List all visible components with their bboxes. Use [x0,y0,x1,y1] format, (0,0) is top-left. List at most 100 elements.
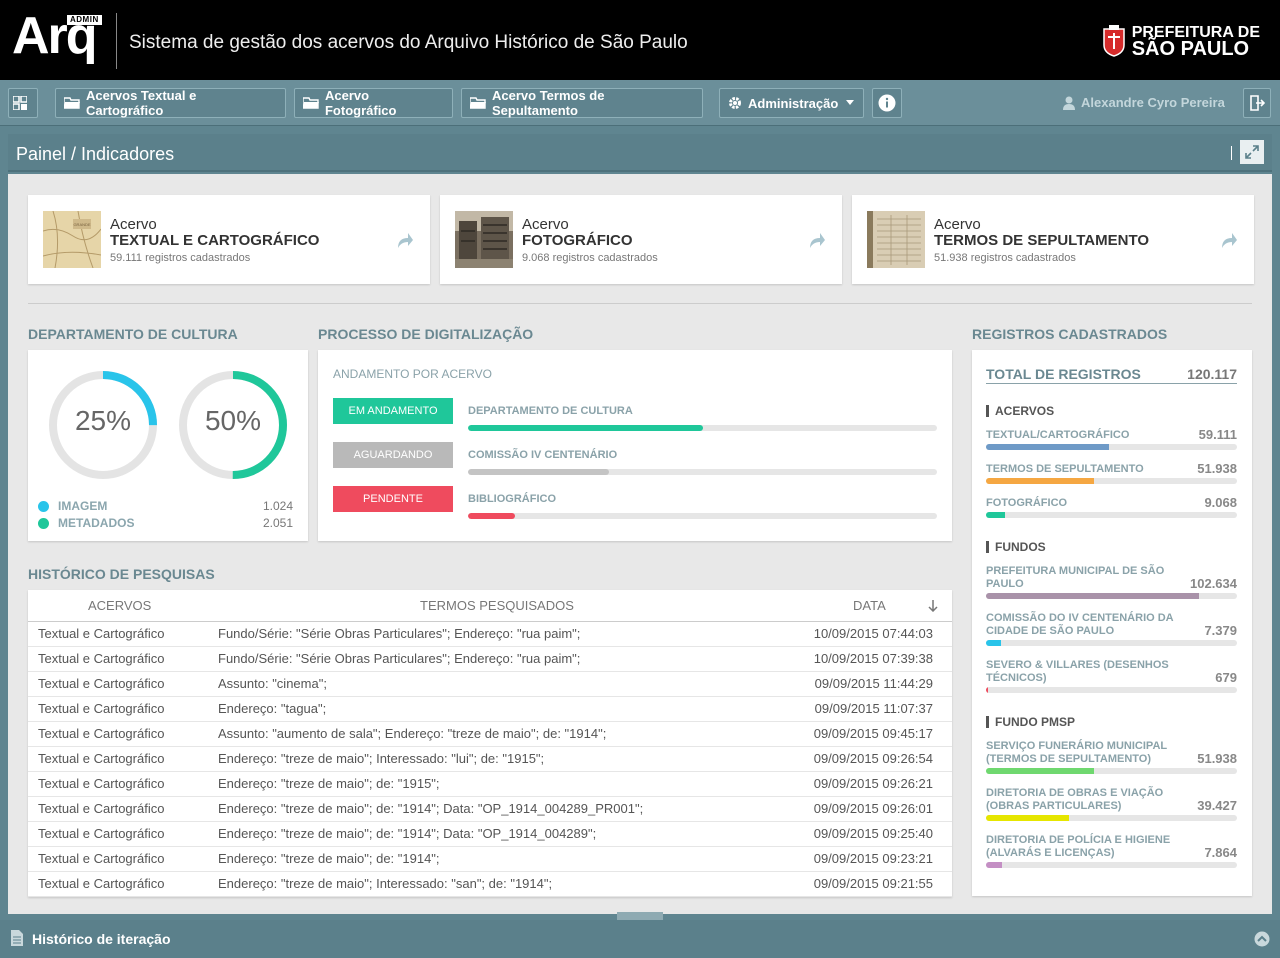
cell-termos: Endereço: "treze de maio"; de: "1914"; D… [208,796,788,822]
total-label: TOTAL DE REGISTROS [986,366,1141,382]
column-header-acervos[interactable]: ACERVOS [28,590,208,622]
column-header-termos[interactable]: TERMOS PESQUISADOS [208,590,788,622]
registro-value: 51.938 [1197,461,1237,476]
logout-button[interactable] [1243,88,1271,118]
cell-acervo: Textual e Cartográfico [28,721,208,747]
nav-textual-cartografico-button[interactable]: Acervos Textual e Cartográfico [55,88,286,118]
card-title-2: Acervo [522,216,569,233]
cell-termos: Endereço: "tagua"; [208,696,788,722]
top-bar: Arq ADMIN Sistema de gestão dos acervos … [0,0,1280,80]
chevron-up-icon[interactable] [1254,931,1270,947]
cell-termos: Assunto: "cinema"; [208,671,788,697]
table-row[interactable]: Textual e Cartográfico Endereço: "treze d… [28,746,952,772]
grid-icon [13,96,27,110]
table-row[interactable]: Textual e Cartográfico Endereço: "tagua";… [28,696,952,722]
nav-bar: Acervos Textual e Cartográfico Acervo Fo… [0,80,1280,126]
progress-fill-comissao [468,469,609,475]
registro-comissao: COMISSÃO DO IV CENTENÁRIO DA CIDADE DE S… [986,612,1237,646]
registro-value: 59.111 [1198,427,1237,442]
historico-table-body: Textual e Cartográfico Fundo/Série: "Séri… [28,621,952,897]
city-seal-icon [1102,25,1125,57]
cell-acervo: Textual e Cartográfico [28,621,208,647]
acervo-card-fotografico[interactable]: Acervo FOTOGRÁFICO 9.068 registros cadas… [440,195,842,284]
registro-bar [986,862,1003,868]
registro-bar [986,687,988,693]
legend-imagem-label: IMAGEM [58,499,108,513]
table-row[interactable]: Textual e Cartográfico Endereço: "treze d… [28,821,952,847]
cell-data: 09/09/2015 09:23:21 [788,846,952,872]
section-title-historico: HISTÓRICO DE PESQUISAS [28,566,215,582]
registro-label: DIRETORIA DE POLÍCIA E HIGIENE (ALVARÁS … [986,834,1171,859]
resize-grip[interactable] [617,912,663,920]
progress-fill-cultura [468,425,703,431]
nav-fotografico-button[interactable]: Acervo Fotográfico [294,88,453,118]
user-menu[interactable]: Alexandre Cyro Pereira [1063,95,1225,110]
registro-policia: DIRETORIA DE POLÍCIA E HIGIENE (ALVARÁS … [986,834,1237,868]
progress-track-cultura [468,425,937,431]
column-header-data-label: DATA [853,597,886,613]
nav-administracao-dropdown[interactable]: Administração [719,88,864,118]
card-subtitle-3: TERMOS DE SEPULTAMENTO [934,232,1150,249]
cell-acervo: Textual e Cartográfico [28,696,208,722]
cell-termos: Fundo/Série: "Série Obras Particulares";… [208,621,788,647]
cell-acervo: Textual e Cartográfico [28,796,208,822]
table-row[interactable]: Textual e Cartográfico Fundo/Série: "Séri… [28,621,952,647]
share-arrow-icon[interactable] [1218,230,1238,250]
registro-label: TEXTUAL/CARTOGRÁFICO [986,429,1130,441]
acervo-card-textual[interactable]: GRANDE Acervo TEXTUAL E CARTOGRÁFICO 59.… [28,195,430,284]
table-row[interactable]: Textual e Cartográfico Endereço: "treze d… [28,796,952,822]
card-subtitle-2: FOTOGRÁFICO [522,232,633,249]
column-header-data[interactable]: DATA [788,590,952,622]
table-row[interactable]: Textual e Cartográfico Assunto: "cinema";… [28,671,952,697]
registro-value: 51.938 [1197,751,1237,766]
nav-sepultamento-button[interactable]: Acervo Termos de Sepultamento [461,88,703,118]
status-badge-pendente: PENDENTE [333,486,453,512]
progress-label-comissao: COMISSÃO IV CENTENÁRIO [468,449,618,461]
legend-imagem: IMAGEM 1.024 [38,499,293,513]
progress-track-comissao [468,469,937,475]
table-row[interactable]: Textual e Cartográfico Endereço: "treze d… [28,771,952,797]
card-count-2: 9.068 registros cadastrados [522,252,658,264]
share-arrow-icon[interactable] [394,230,414,250]
donut-metadados-label: 50% [204,405,262,436]
registro-prefeitura: PREFEITURA MUNICIPAL DE SÃO PAULO 102.63… [986,565,1237,599]
logo-divider [116,13,117,69]
status-badge-aguardando: AGUARDANDO [333,442,453,468]
registro-label: COMISSÃO DO IV CENTENÁRIO DA CIDADE DE S… [986,612,1174,637]
cell-data: 09/09/2015 11:44:29 [788,671,952,697]
footer-bar[interactable]: Histórico de iteração [0,920,1280,958]
info-icon [878,94,896,112]
gear-icon [729,97,741,109]
table-row[interactable]: Textual e Cartográfico Endereço: "treze d… [28,846,952,872]
ledger-thumbnail [867,211,925,268]
cell-data: 09/09/2015 09:26:01 [788,796,952,822]
cell-data: 09/09/2015 09:26:21 [788,771,952,797]
legend-imagem-value: 1.024 [262,499,293,513]
registro-obras: DIRETORIA DE OBRAS E VIAÇÃO (OBRAS PARTI… [986,787,1237,821]
share-arrow-icon[interactable] [806,230,826,250]
card-title-3: Acervo [934,216,981,233]
sort-down-icon[interactable] [928,600,938,612]
cell-acervo: Textual e Cartográfico [28,671,208,697]
grid-button[interactable] [8,88,38,118]
registro-bar [986,640,1002,646]
expand-button[interactable] [1240,140,1264,164]
info-button[interactable] [872,88,902,118]
registro-value: 39.427 [1197,798,1237,813]
cell-termos: Endereço: "treze de maio"; de: "1915"; [208,771,788,797]
table-row[interactable]: Textual e Cartográfico Assunto: "aumento … [28,721,952,747]
registros-panel: TOTAL DE REGISTROS 120.117 ACERVOS TEXTU… [972,350,1252,896]
panel-header: Painel / Indicadores [8,134,1272,172]
table-row[interactable]: Textual e Cartográfico Endereço: "treze d… [28,871,952,897]
table-row[interactable]: Textual e Cartográfico Fundo/Série: "Séri… [28,646,952,672]
prefeitura-logo: PREFEITURA DE SÃO PAULO [1102,24,1260,59]
page-title: Painel / Indicadores [16,144,175,164]
progress-track-bibliografico [468,513,937,519]
legend-dot [38,517,49,529]
user-name: Alexandre Cyro Pereira [1081,95,1225,110]
photo-thumbnail [455,211,513,268]
acervo-card-sepultamento[interactable]: Acervo TERMOS DE SEPULTAMENTO 51.938 reg… [852,195,1254,284]
section-title-registros: REGISTROS CADASTRADOS [972,326,1168,342]
cell-termos: Endereço: "treze de maio"; Interessado: … [208,871,788,897]
cell-acervo: Textual e Cartográfico [28,746,208,772]
